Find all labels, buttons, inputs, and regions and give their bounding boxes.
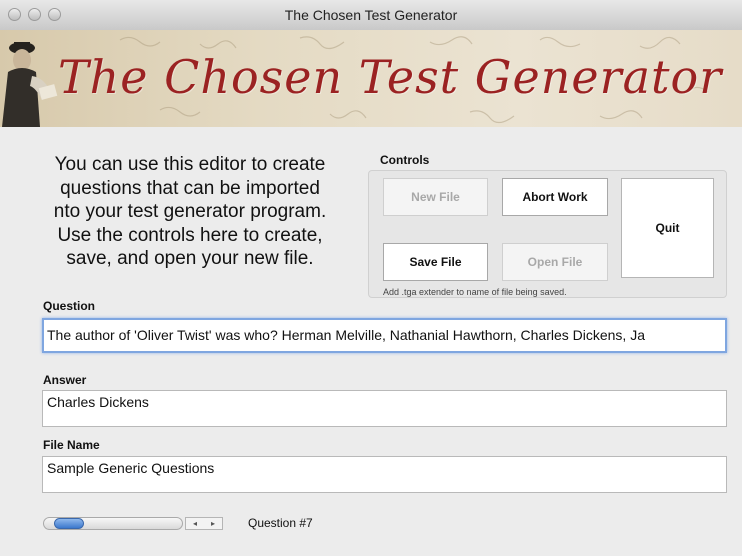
question-label: Question [43,299,96,313]
answer-label: Answer [43,373,87,387]
file-name-label: File Name [43,438,100,452]
next-arrow-icon[interactable]: ▸ [204,518,222,529]
intro-line: nto your test generator program. [53,201,327,222]
save-hint-text: Add .tga extender to name of file being … [383,287,567,297]
question-input[interactable]: The author of 'Oliver Twist' was who? He… [42,318,727,353]
intro-text: You can use this editor to create questi… [40,153,340,271]
answer-input[interactable]: Charles Dickens [42,390,727,427]
intro-line: questions that can be imported [60,177,320,199]
previous-arrow-icon[interactable]: ◂ [186,518,204,529]
question-scrollbar[interactable] [43,517,183,530]
file-name-input[interactable]: Sample Generic Questions [42,456,727,493]
header-banner: The Chosen Test Generator [0,30,742,127]
controls-label: Controls [380,153,430,167]
portrait-figure [2,42,58,127]
quit-button[interactable]: Quit [621,178,714,278]
app-window: The Chosen Test Generator The Chosen Tes… [0,0,742,556]
scrollbar-thumb[interactable] [54,518,84,529]
window-title: The Chosen Test Generator [284,7,458,23]
intro-line: save, and open your new file. [66,248,314,269]
intro-line: Use the controls here to create, [57,224,323,246]
title-bar[interactable]: The Chosen Test Generator [0,0,742,31]
abort-work-button[interactable]: Abort Work [502,178,608,216]
banner-title: The Chosen Test Generator [58,50,723,104]
question-stepper[interactable]: ◂ ▸ [185,517,223,530]
intro-line: You can use this editor to create [54,154,326,175]
open-file-button[interactable]: Open File [502,243,608,281]
question-counter: Question #7 [248,516,313,530]
save-file-button[interactable]: Save File [383,243,488,281]
new-file-button[interactable]: New File [383,178,488,216]
